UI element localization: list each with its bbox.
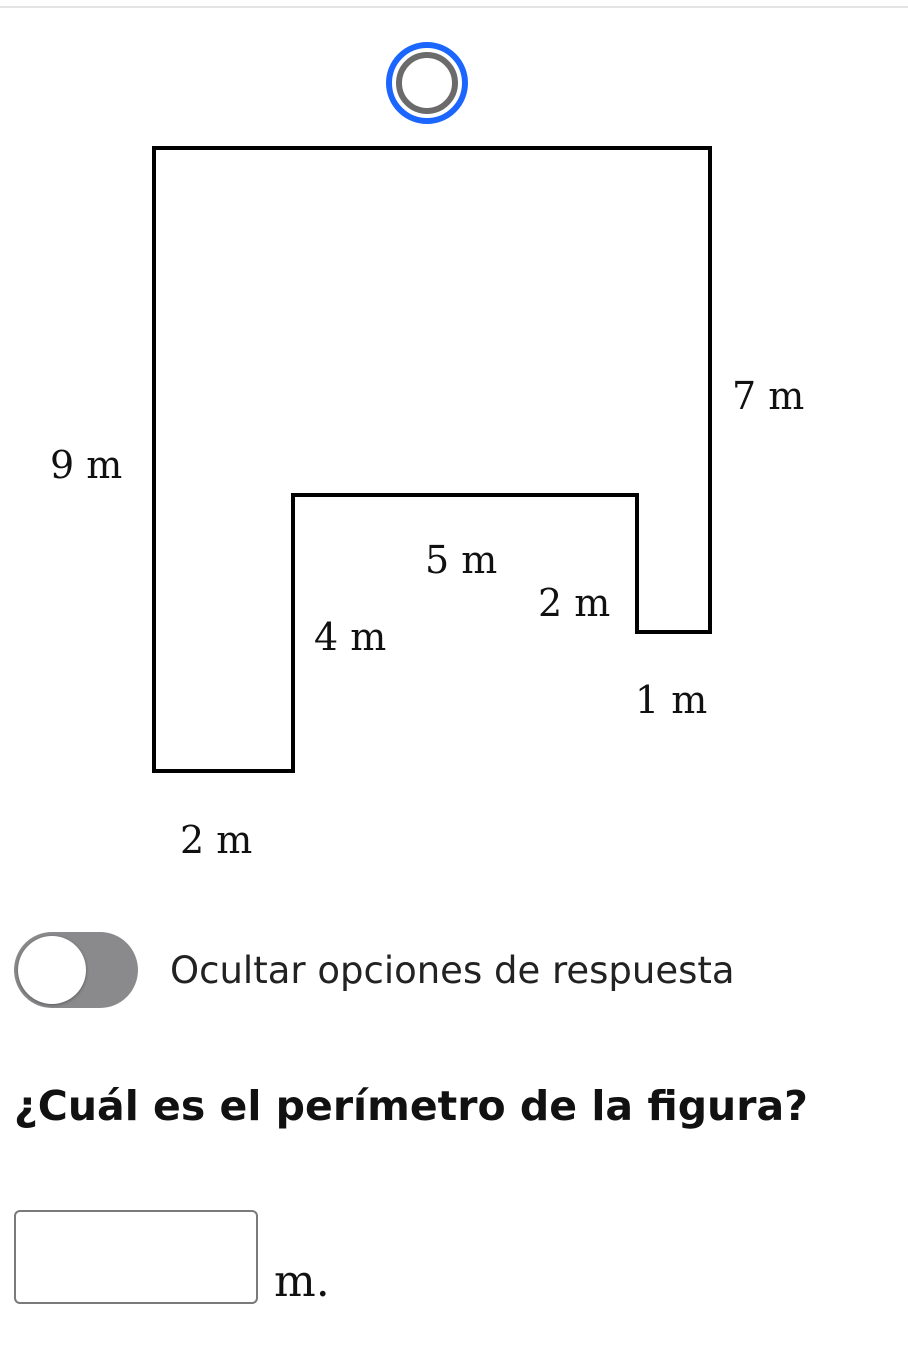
hide-answers-row: Ocultar opciones de respuesta (14, 930, 735, 1010)
label-side-notch-top: 5 m (425, 538, 497, 582)
top-divider (0, 6, 908, 8)
answer-input[interactable] (14, 1210, 258, 1304)
question-text: ¿Cuál es el perímetro de la figura? (14, 1082, 808, 1130)
figure-area: 7 m 9 m 5 m 2 m 4 m 1 m 2 m (0, 30, 908, 870)
perimeter-figure: 7 m 9 m 5 m 2 m 4 m 1 m 2 m (50, 146, 804, 862)
hide-answers-label: Ocultar opciones de respuesta (170, 948, 735, 992)
label-side-notch-right: 2 m (538, 581, 610, 625)
label-side-right-bottom: 1 m (635, 678, 707, 722)
answer-unit: m. (274, 1256, 330, 1307)
circle-handle-icon (386, 42, 468, 124)
toggle-knob (18, 936, 86, 1004)
label-side-bottom: 2 m (180, 818, 252, 862)
hide-answers-toggle[interactable] (14, 932, 138, 1008)
label-side-top-right: 7 m (732, 374, 804, 418)
answer-row: m. (14, 1210, 330, 1304)
figure-outline (152, 146, 712, 773)
drag-handle[interactable] (384, 40, 470, 126)
label-side-left: 9 m (50, 443, 122, 487)
label-side-notch-left: 4 m (314, 615, 386, 659)
